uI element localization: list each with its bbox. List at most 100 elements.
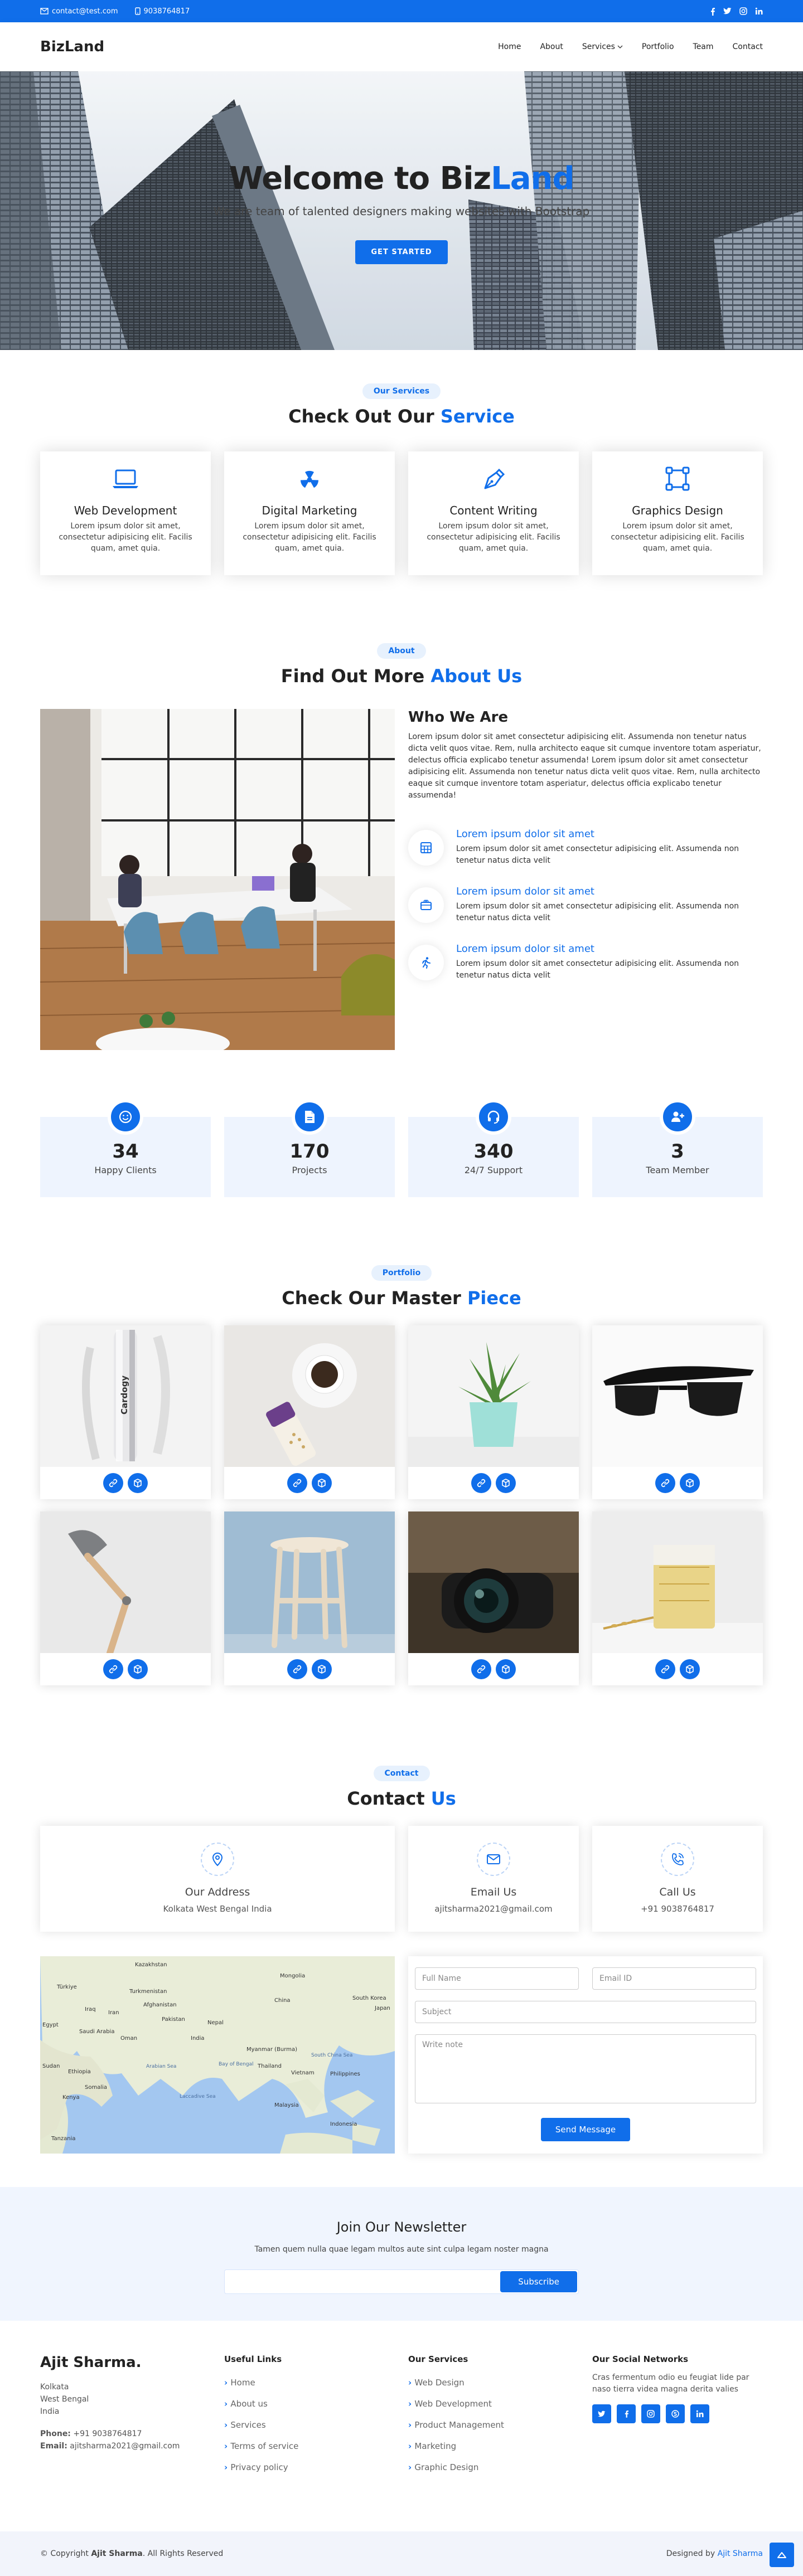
section-pill: Contact (373, 1766, 430, 1781)
map-label: Kazakhstan (135, 1962, 167, 1968)
box-icon[interactable] (680, 1473, 700, 1493)
map-label: Nepal (207, 2020, 224, 2026)
nav-contact[interactable]: Contact (733, 42, 763, 51)
location-map[interactable]: Kazakhstan Mongolia Türkiye Turkmenistan… (40, 1956, 395, 2154)
about-office-image (40, 709, 395, 1050)
title-accent: Service (440, 406, 515, 427)
nav-portfolio[interactable]: Portfolio (642, 42, 674, 51)
footer-link-about[interactable]: About us (224, 2393, 408, 2414)
portfolio-item[interactable] (592, 1511, 763, 1685)
subject-input[interactable]: Subject (415, 2001, 756, 2023)
nav-about[interactable]: About (540, 42, 563, 51)
get-started-button[interactable]: GET STARTED (355, 240, 448, 264)
title-main: Check Out Our (288, 406, 441, 427)
box-icon[interactable] (496, 1659, 516, 1679)
facebook-icon[interactable] (617, 2404, 636, 2423)
linkedin-icon[interactable] (755, 7, 763, 16)
instagram-icon[interactable] (739, 7, 747, 16)
gift-card-icon (420, 899, 432, 910)
twitter-icon[interactable] (592, 2404, 611, 2423)
portfolio-item[interactable]: Cardogy (40, 1325, 211, 1499)
box-icon[interactable] (312, 1473, 332, 1493)
bezier-curve-icon (665, 466, 690, 491)
footer-email: ajitsharma2021@gmail.com (70, 2442, 180, 2451)
skype-icon[interactable] (666, 2404, 685, 2423)
nav-home[interactable]: Home (498, 42, 521, 51)
map-label: Myanmar (Burma) (246, 2047, 297, 2053)
footer-link-services[interactable]: Services (224, 2414, 408, 2436)
nav-services[interactable]: Services (582, 42, 623, 51)
service-card[interactable]: Digital Marketing Lorem ipsum dolor sit … (224, 451, 395, 575)
email-text[interactable]: ajitsharma2021@gmail.com (408, 1904, 579, 1914)
footer-link-web-design[interactable]: Web Design (408, 2372, 592, 2393)
footer-link-product-management[interactable]: Product Management (408, 2414, 592, 2436)
radioactive-icon (301, 470, 318, 488)
footer-link-graphic-design[interactable]: Graphic Design (408, 2457, 592, 2478)
facebook-icon[interactable] (710, 7, 715, 16)
count-label: 24/7 Support (464, 1165, 523, 1175)
service-card[interactable]: Graphics Design Lorem ipsum dolor sit am… (592, 451, 763, 575)
link-icon[interactable] (103, 1473, 123, 1493)
our-services-heading: Our Services (408, 2354, 468, 2364)
phone-text[interactable]: +91 9038764817 (592, 1904, 763, 1914)
note-textarea[interactable]: Write note (415, 2034, 756, 2103)
newsletter-title: Join Our Newsletter (336, 2219, 467, 2235)
subscribe-button[interactable]: Subscribe (500, 2271, 577, 2292)
portfolio-item[interactable] (592, 1325, 763, 1499)
count-label: Team Member (646, 1165, 709, 1175)
link-icon[interactable] (287, 1473, 307, 1493)
footer-link-privacy[interactable]: Privacy policy (224, 2457, 408, 2478)
newsletter-email-input[interactable] (226, 2271, 500, 2292)
link-icon[interactable] (655, 1659, 675, 1679)
map-label: Ethiopia (68, 2069, 91, 2075)
count-box: 3 Team Member (592, 1099, 763, 1197)
link-icon[interactable] (103, 1659, 123, 1679)
map-label: Egypt (42, 2022, 59, 2028)
full-name-input[interactable]: Full Name (415, 1967, 579, 1990)
footer-address-line: India (40, 2407, 60, 2416)
link-icon[interactable] (655, 1473, 675, 1493)
footer-link-home[interactable]: Home (224, 2372, 408, 2393)
designer-link[interactable]: Ajit Sharma (718, 2549, 763, 2558)
box-icon[interactable] (312, 1659, 332, 1679)
back-to-top-button[interactable] (770, 2543, 794, 2567)
footer-link-terms[interactable]: Terms of service (224, 2436, 408, 2457)
count-label: Happy Clients (94, 1165, 157, 1175)
laptop-icon (113, 469, 138, 488)
box-icon[interactable] (128, 1473, 148, 1493)
site-header: BizLand Home About Services Portfolio Te… (0, 22, 803, 71)
feature-title: Lorem ipsum dolor sit amet (456, 886, 594, 897)
nav-team[interactable]: Team (693, 42, 714, 51)
footer-link-web-development[interactable]: Web Development (408, 2393, 592, 2414)
topbar-phone[interactable]: 9038764817 (134, 7, 190, 16)
link-icon[interactable] (471, 1659, 491, 1679)
contact-address-box: Our Address Kolkata West Bengal India (40, 1826, 395, 1932)
main-nav: Home About Services Portfolio Team Conta… (498, 42, 763, 51)
link-icon[interactable] (471, 1473, 491, 1493)
linkedin-icon[interactable] (690, 2404, 709, 2423)
map-label: Somalia (85, 2084, 107, 2091)
portfolio-item[interactable] (408, 1325, 579, 1499)
instagram-icon[interactable] (641, 2404, 660, 2423)
portfolio-item[interactable] (224, 1325, 395, 1499)
map-label: South Korea (352, 1995, 386, 2001)
box-icon[interactable] (128, 1659, 148, 1679)
service-card[interactable]: Web Development Lorem ipsum dolor sit am… (40, 451, 211, 575)
portfolio-item[interactable] (224, 1511, 395, 1685)
portfolio-item[interactable] (40, 1511, 211, 1685)
portfolio-item[interactable] (408, 1511, 579, 1685)
logo[interactable]: BizLand (40, 38, 104, 55)
phone-icon (134, 7, 141, 15)
email-input[interactable]: Email ID (592, 1967, 756, 1990)
box-icon[interactable] (496, 1473, 516, 1493)
send-message-button[interactable]: Send Message (540, 2118, 631, 2141)
service-card[interactable]: Content Writing Lorem ipsum dolor sit am… (408, 451, 579, 575)
portfolio-image-coffee (224, 1325, 395, 1467)
footer-link-marketing[interactable]: Marketing (408, 2436, 592, 2457)
box-icon[interactable] (680, 1659, 700, 1679)
topbar-email[interactable]: contact@test.com (40, 7, 118, 16)
social-text: Cras fermentum odio eu feugiat lide par … (592, 2373, 749, 2394)
twitter-icon[interactable] (723, 7, 732, 16)
copyright-prefix: © Copyright (40, 2549, 91, 2558)
link-icon[interactable] (287, 1659, 307, 1679)
